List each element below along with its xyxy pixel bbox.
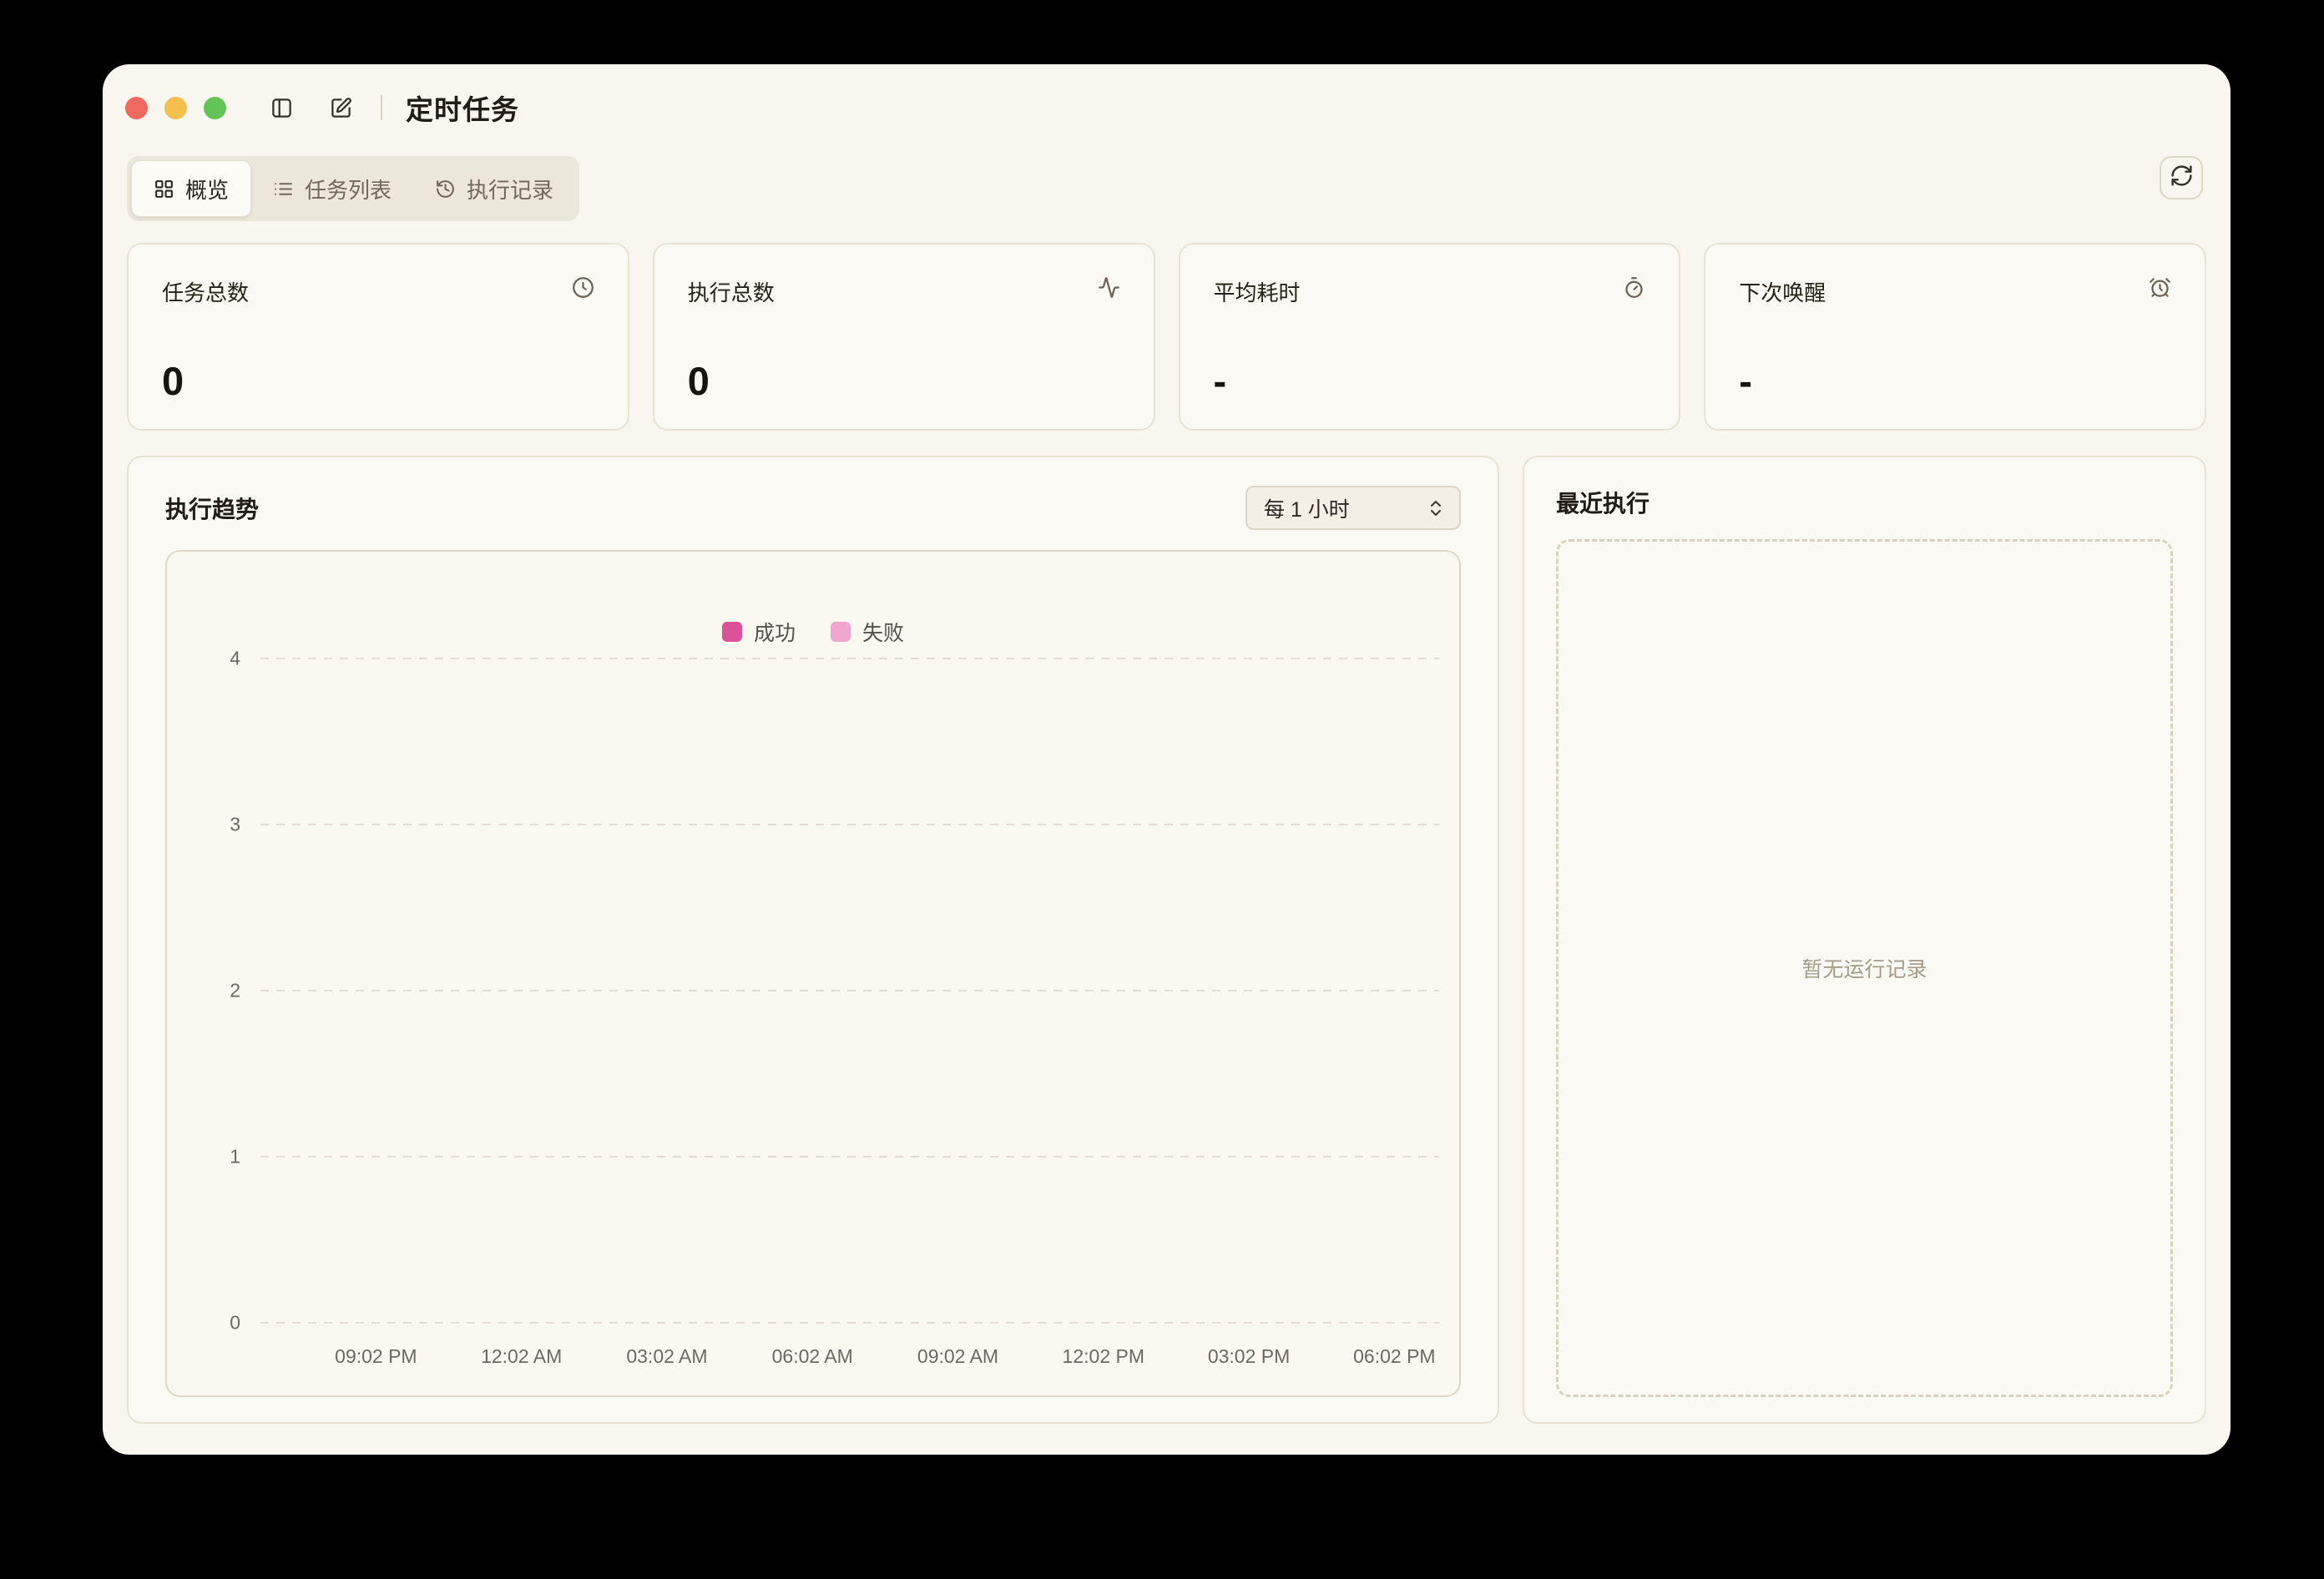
main-content: 执行趋势 每 1 小时 成功 失败 4321009:0: [103, 456, 2231, 1424]
x-axis-tick: 12:02 AM: [481, 1345, 562, 1368]
zoom-window-button[interactable]: [204, 97, 226, 119]
x-axis-tick: 12:02 PM: [1063, 1345, 1144, 1368]
success-swatch: [722, 622, 742, 642]
y-axis-tick: 1: [230, 1146, 240, 1168]
gridline: [260, 1156, 1439, 1158]
refresh-icon: [2170, 164, 2194, 192]
failure-swatch: [831, 622, 851, 642]
stat-label: 任务总数: [162, 276, 249, 307]
gridline: [260, 990, 1439, 991]
stat-value: -: [1214, 361, 1646, 401]
plot-area: 4321009:02 PM12:02 AM03:02 AM06:02 AM09:…: [260, 658, 1439, 1323]
legend-item-success: 成功: [722, 617, 796, 647]
y-axis-tick: 4: [230, 648, 240, 670]
grid-icon: [154, 179, 174, 199]
recent-empty-state: 暂无运行记录: [1556, 539, 2173, 1397]
x-axis-tick: 09:02 PM: [335, 1345, 417, 1368]
chart-legend: 成功 失败: [167, 617, 1459, 647]
stat-card-total-tasks: 任务总数 0: [127, 243, 629, 431]
stat-value: -: [1739, 361, 2171, 401]
y-axis-tick: 2: [230, 980, 240, 1002]
clock-icon: [572, 276, 594, 299]
y-axis-tick: 3: [230, 814, 240, 836]
gridline: [260, 1322, 1439, 1324]
recent-title: 最近执行: [1556, 486, 1650, 519]
trend-panel: 执行趋势 每 1 小时 成功 失败 4321009:0: [127, 456, 1499, 1424]
history-icon: [435, 179, 456, 199]
tab-overview[interactable]: 概览: [131, 160, 251, 217]
legend-label: 成功: [754, 617, 796, 647]
tab-task-list[interactable]: 任务列表: [251, 160, 413, 217]
activity-icon: [1098, 276, 1120, 299]
trend-chart: 成功 失败 4321009:02 PM12:02 AM03:02 AM06:02…: [165, 550, 1461, 1397]
tab-group: 概览 任务列表 执行记录: [127, 156, 579, 221]
tab-run-records[interactable]: 执行记录: [413, 160, 575, 217]
gridline: [260, 824, 1439, 825]
legend-label: 失败: [862, 617, 904, 647]
tab-label: 执行记录: [467, 174, 553, 204]
y-axis-tick: 0: [230, 1312, 240, 1334]
chevrons-up-down-icon: [1426, 498, 1446, 518]
stat-label: 平均耗时: [1214, 276, 1301, 307]
timer-icon: [1623, 276, 1645, 299]
close-window-button[interactable]: [125, 97, 148, 119]
x-axis-tick: 06:02 PM: [1353, 1345, 1435, 1368]
empty-state-text: 暂无运行记录: [1801, 953, 1927, 983]
interval-select[interactable]: 每 1 小时: [1245, 486, 1461, 530]
stat-label: 执行总数: [688, 276, 775, 307]
x-axis-tick: 06:02 AM: [772, 1345, 853, 1368]
stat-value: 0: [162, 361, 594, 401]
tab-label: 概览: [185, 174, 229, 204]
gridline: [260, 658, 1439, 659]
stat-value: 0: [688, 361, 1120, 401]
alarm-clock-icon: [2149, 276, 2171, 299]
compose-icon[interactable]: [330, 97, 352, 119]
tab-row: 概览 任务列表 执行记录: [103, 156, 2231, 221]
stat-card-next-wake: 下次唤醒 -: [1704, 243, 2206, 431]
x-axis-tick: 03:02 AM: [626, 1345, 707, 1368]
legend-item-failure: 失败: [831, 617, 904, 647]
stat-card-avg-duration: 平均耗时 -: [1179, 243, 1681, 431]
sidebar-toggle-icon[interactable]: [270, 97, 293, 119]
minimize-window-button[interactable]: [164, 97, 187, 119]
list-icon: [273, 179, 294, 199]
title-bar: 定时任务: [125, 84, 2206, 131]
recent-panel: 最近执行 暂无运行记录: [1523, 456, 2206, 1424]
tab-label: 任务列表: [305, 174, 392, 204]
interval-select-value: 每 1 小时: [1264, 493, 1350, 523]
stat-card-total-runs: 执行总数 0: [653, 243, 1155, 431]
page-title: 定时任务: [406, 88, 519, 128]
app-window: 定时任务 概览 任务列表 执行记录: [103, 64, 2231, 1455]
refresh-button[interactable]: [2160, 156, 2203, 199]
stats-row: 任务总数 0 执行总数 0 平均耗时 -: [103, 243, 2231, 431]
stat-label: 下次唤醒: [1739, 276, 1826, 307]
x-axis-tick: 03:02 PM: [1208, 1345, 1290, 1368]
trend-title: 执行趋势: [165, 492, 259, 525]
titlebar-divider: [381, 95, 382, 120]
x-axis-tick: 09:02 AM: [917, 1345, 998, 1368]
